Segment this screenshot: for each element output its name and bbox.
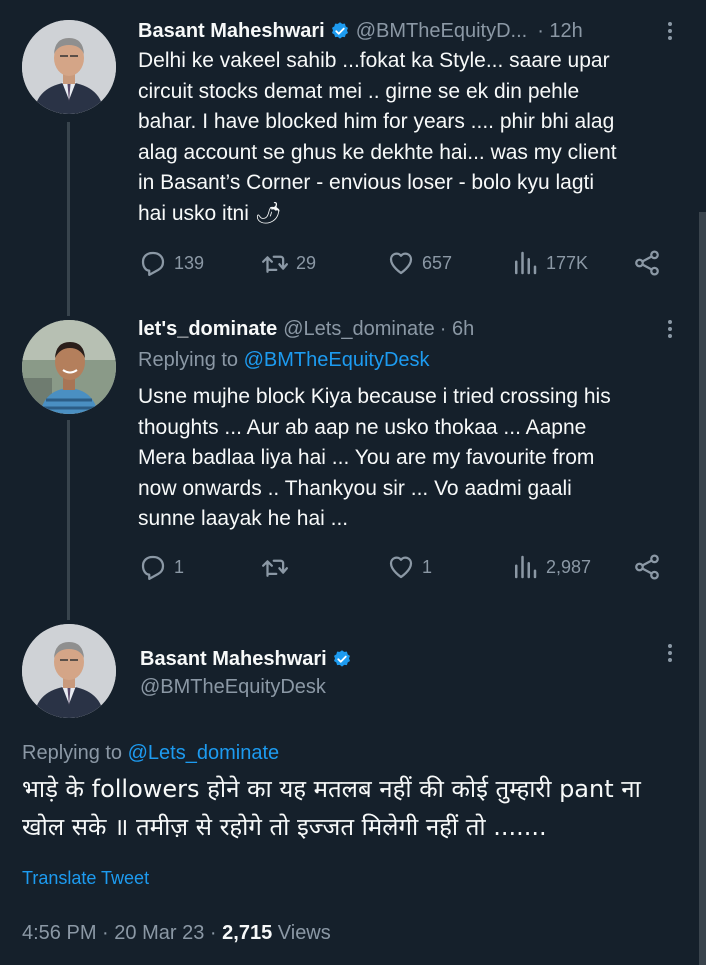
replying-to: Replying to @BMTheEquityDesk — [138, 347, 430, 373]
verified-badge-icon — [330, 21, 350, 41]
reply-button[interactable]: 139 — [138, 248, 204, 278]
views-count: 2,987 — [546, 556, 592, 577]
views-count: 2,715 — [222, 922, 273, 944]
separator: · — [102, 922, 109, 944]
retweet-button[interactable] — [260, 552, 296, 582]
tweet-actions: 1 1 2,987 — [138, 552, 663, 582]
reply-icon — [141, 555, 165, 580]
tweet-time[interactable]: 4:56 PM — [22, 922, 96, 944]
tweet-line: खोल सके ॥ तमीज़ से रहोगे तो इज्जत मिलेगी… — [22, 813, 547, 841]
retweet-count: 29 — [296, 252, 317, 273]
author-handle-row: @BMTheEquityDesk — [140, 674, 326, 700]
scrollbar[interactable] — [699, 212, 706, 965]
share-icon — [635, 250, 659, 276]
like-button[interactable]: 1 — [386, 552, 432, 582]
replying-to: Replying to @Lets_dominate — [22, 740, 279, 766]
views-label: Views — [277, 922, 331, 944]
handle[interactable]: @BMTheEquityDesk — [140, 674, 326, 700]
avatar[interactable] — [22, 320, 116, 414]
like-icon — [389, 556, 413, 579]
thread-connector — [67, 420, 70, 620]
reply-icon — [141, 251, 165, 276]
retweet-icon — [262, 559, 288, 577]
share-button[interactable] — [632, 552, 662, 582]
tweet-line: in Basant’s Corner - envious loser - bol… — [138, 171, 595, 194]
tweet-line: thoughts ... Aur ab aap ne usko thokaa .… — [138, 415, 587, 439]
retweet-icon — [262, 255, 288, 273]
avatar[interactable] — [22, 624, 116, 718]
reply-count: 1 — [174, 556, 185, 577]
tweet-line: hai usko itni 🌶 — [138, 199, 617, 230]
display-name[interactable]: Basant Maheshwari — [138, 18, 325, 44]
replying-prefix: Replying to — [22, 742, 123, 764]
views-button[interactable]: 2,987 — [510, 552, 591, 582]
replying-prefix: Replying to — [138, 349, 239, 371]
reply-button[interactable]: 1 — [138, 552, 184, 582]
tweet-line: circuit stocks demat mei .. girne se ek … — [138, 79, 580, 103]
tweet-date[interactable]: 20 Mar 23 — [114, 922, 204, 944]
tweet-line: Usne mujhe block Kiya because i tried cr… — [138, 385, 611, 408]
more-icon[interactable] — [660, 316, 680, 342]
tweet-line-text: hai usko itni — [138, 201, 249, 225]
author-name-row: Basant Maheshwari — [140, 646, 352, 672]
tweet-text: भाड़े के followers होने का यह मतलब नहीं … — [22, 770, 692, 846]
display-name[interactable]: let's_dominate — [138, 316, 277, 342]
separator: · — [209, 922, 217, 944]
tweet-line: Mera badlaa liya hai ... You are my favo… — [138, 446, 595, 469]
tweet-line: alag account se ghus ke dekhte hai... wa… — [138, 140, 617, 164]
chili-emoji: 🌶 — [254, 201, 282, 225]
tweet-line: now onwards .. Thankyou sir ... Vo aadmi… — [138, 476, 572, 500]
handle[interactable]: @BMTheEquityD... — [356, 18, 527, 44]
avatar[interactable] — [22, 20, 116, 114]
more-icon[interactable] — [660, 640, 680, 666]
replying-to-link[interactable]: @Lets_dominate — [128, 742, 280, 764]
handle[interactable]: @Lets_dominate — [283, 316, 435, 342]
thread-connector — [67, 122, 70, 316]
tweet-line: भाड़े के followers होने का यह मतलब नहीं … — [22, 775, 641, 803]
tweet-text: Usne mujhe block Kiya because i tried cr… — [138, 382, 611, 535]
retweet-button[interactable]: 29 — [260, 248, 316, 278]
tweet-header: Basant Maheshwari @BMTheEquityD... · 12h — [138, 18, 583, 44]
display-name[interactable]: Basant Maheshwari — [140, 646, 327, 672]
like-count: 657 — [422, 252, 453, 273]
views-button[interactable]: 177K — [510, 248, 588, 278]
translate-tweet-link[interactable]: Translate Tweet — [22, 868, 149, 889]
views-count: 177K — [546, 252, 589, 273]
share-icon — [635, 554, 659, 580]
like-icon — [389, 252, 413, 275]
share-button[interactable] — [632, 248, 662, 278]
more-icon[interactable] — [660, 18, 680, 44]
tweet-header: let's_dominate @Lets_dominate · 6h — [138, 316, 474, 342]
tweet-line: Delhi ke vakeel sahib ...fokat ka Style.… — [138, 49, 610, 72]
views-icon — [515, 555, 537, 579]
tweet-text: Delhi ke vakeel sahib ...fokat ka Style.… — [138, 46, 617, 229]
verified-badge-icon — [332, 649, 352, 669]
views-icon — [515, 251, 537, 275]
tweet-actions: 139 29 657 177K — [138, 248, 663, 278]
replying-to-link[interactable]: @BMTheEquityDesk — [244, 349, 430, 371]
like-count: 1 — [422, 556, 433, 577]
tweet-meta: 4:56 PM · 20 Mar 23 · 2,715 Views — [22, 922, 331, 945]
tweet-line: bahar. I have blocked him for years ....… — [138, 110, 615, 133]
reply-count: 139 — [174, 252, 205, 273]
timestamp[interactable]: · 6h — [440, 316, 474, 342]
timestamp[interactable]: · 12h — [537, 18, 583, 44]
tweet-line: sunne laayak he hai ... — [138, 507, 349, 530]
like-button[interactable]: 657 — [386, 248, 452, 278]
